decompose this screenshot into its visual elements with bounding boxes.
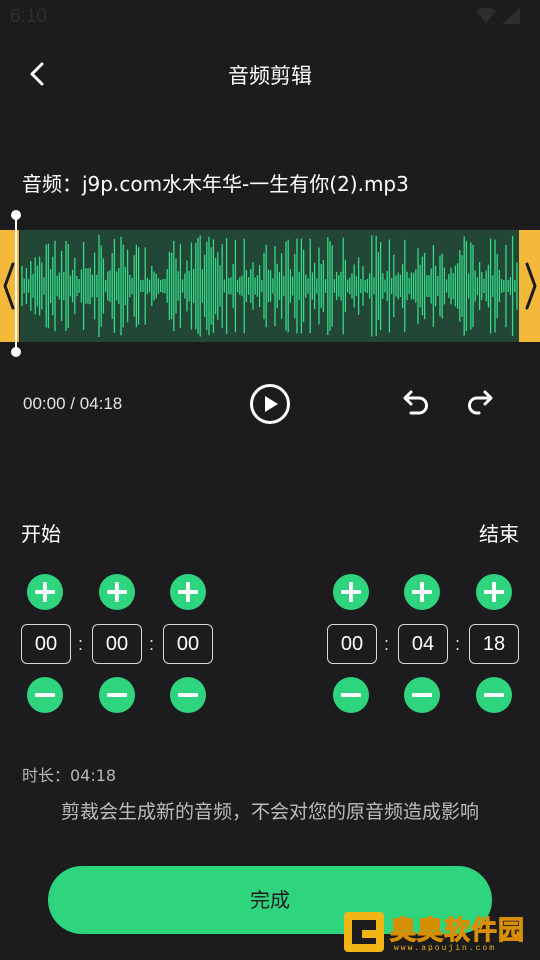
playhead-top-knob[interactable] <box>11 210 21 220</box>
audio-file-label: 音频：j9p.com水木年华-一生有你(2).mp3 <box>22 172 409 196</box>
playhead[interactable] <box>15 214 17 352</box>
page-title: 音频剪辑 <box>228 64 312 88</box>
watermark-text: 奥奥软件园 <box>389 916 526 947</box>
playhead-bottom-knob[interactable] <box>11 347 21 357</box>
start-minutes-increment-button[interactable] <box>99 574 135 610</box>
start-minutes-decrement-button[interactable] <box>99 677 135 713</box>
end-hours-increment-button[interactable] <box>333 574 369 610</box>
hint-text: 剪裁会生成新的音频，不会对您的原音频造成影响 <box>60 801 479 823</box>
wifi-icon <box>476 8 496 23</box>
end-seconds-increment-button[interactable] <box>476 574 512 610</box>
time-separator: : <box>384 634 390 654</box>
start-minutes-field[interactable]: 00 <box>92 624 142 664</box>
start-hours-field[interactable]: 00 <box>21 624 71 664</box>
start-seconds-increment-button[interactable] <box>170 574 206 610</box>
start-hours-decrement-button[interactable] <box>27 677 63 713</box>
waveform-editor[interactable] <box>0 210 540 357</box>
start-hours-increment-button[interactable] <box>27 574 63 610</box>
end-seconds-field[interactable]: 18 <box>469 624 519 664</box>
start-seconds-decrement-button[interactable] <box>170 677 206 713</box>
time-separator: : <box>455 634 461 654</box>
waveform <box>21 234 518 338</box>
status-time: 6:10 <box>10 6 47 27</box>
watermark: 奥奥软件园 www.apoujin.com <box>340 908 538 958</box>
time-separator: : <box>149 634 155 654</box>
end-minutes-decrement-button[interactable] <box>404 677 440 713</box>
end-label: 结束 <box>479 522 519 546</box>
start-seconds-field[interactable]: 00 <box>163 624 213 664</box>
chevron-left-icon <box>3 262 15 310</box>
end-hours-field[interactable]: 00 <box>327 624 377 664</box>
chevron-right-icon <box>525 262 537 310</box>
end-seconds-decrement-button[interactable] <box>476 677 512 713</box>
time-readout: 00:00 / 04:18 <box>23 394 123 413</box>
end-minutes-field[interactable]: 04 <box>398 624 448 664</box>
redo-icon[interactable] <box>466 388 496 418</box>
start-label: 开始 <box>21 522 61 546</box>
status-bar: 6:10 <box>0 0 540 36</box>
time-separator: : <box>78 634 84 654</box>
header: 音频剪辑 <box>0 44 540 104</box>
end-hours-decrement-button[interactable] <box>333 677 369 713</box>
end-minutes-increment-button[interactable] <box>404 574 440 610</box>
duration-label: 时长：04:18 <box>22 766 117 785</box>
watermark-url: www.apoujin.com <box>394 944 497 953</box>
trim-handle-end[interactable] <box>519 230 540 342</box>
undo-icon[interactable] <box>400 388 430 418</box>
signal-icon <box>502 8 520 24</box>
watermark-logo-icon <box>344 912 384 952</box>
play-icon[interactable] <box>249 383 291 425</box>
